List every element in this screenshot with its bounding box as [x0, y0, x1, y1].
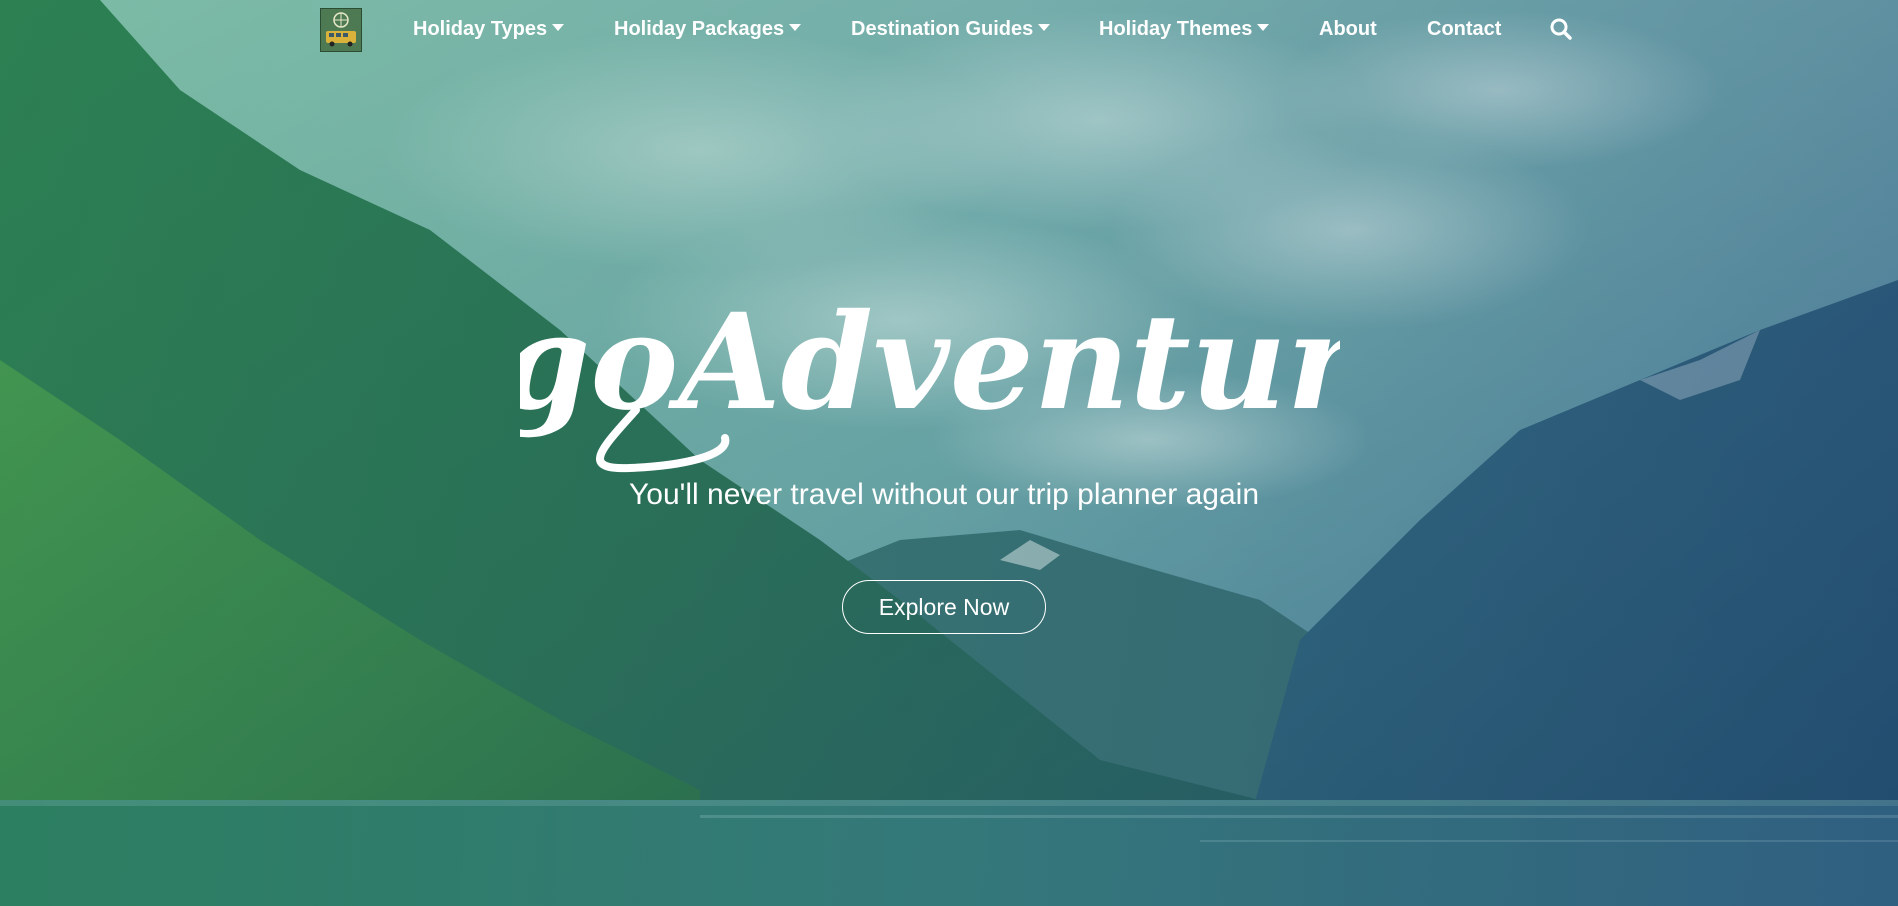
search-button[interactable] — [1548, 16, 1574, 42]
nav-holiday-themes[interactable]: Holiday Themes — [1099, 17, 1270, 41]
hero-section: Holiday Types Holiday Packages Destinati… — [0, 0, 1898, 906]
chevron-down-icon — [1257, 24, 1270, 32]
nav-about[interactable]: About — [1319, 17, 1377, 41]
nav-holiday-packages-label: Holiday Packages — [614, 18, 785, 40]
nav-destination-guides[interactable]: Destination Guides — [851, 17, 1051, 41]
hero-tagline: You'll never travel without our trip pla… — [629, 478, 1259, 511]
globe-bus-logo-icon[interactable] — [320, 8, 362, 52]
brand-title: AlgoAdventures — [520, 285, 1340, 473]
main-navbar: Holiday Types Holiday Packages Destinati… — [0, 0, 1898, 58]
nav-holiday-types-label: Holiday Types — [413, 18, 548, 40]
nav-contact[interactable]: Contact — [1427, 17, 1501, 41]
chevron-down-icon — [789, 24, 802, 32]
nav-destination-guides-label: Destination Guides — [851, 18, 1034, 40]
nav-holiday-types[interactable]: Holiday Types — [413, 17, 565, 41]
chevron-down-icon — [1038, 24, 1051, 32]
nav-holiday-themes-label: Holiday Themes — [1099, 18, 1253, 40]
chevron-down-icon — [552, 24, 565, 32]
nav-contact-label: Contact — [1427, 18, 1502, 40]
explore-now-button[interactable]: Explore Now — [842, 580, 1046, 634]
search-icon — [1550, 18, 1572, 40]
nav-about-label: About — [1319, 18, 1377, 40]
nav-holiday-packages[interactable]: Holiday Packages — [614, 17, 802, 41]
brand-name: AlgoAdventures — [520, 285, 1340, 440]
